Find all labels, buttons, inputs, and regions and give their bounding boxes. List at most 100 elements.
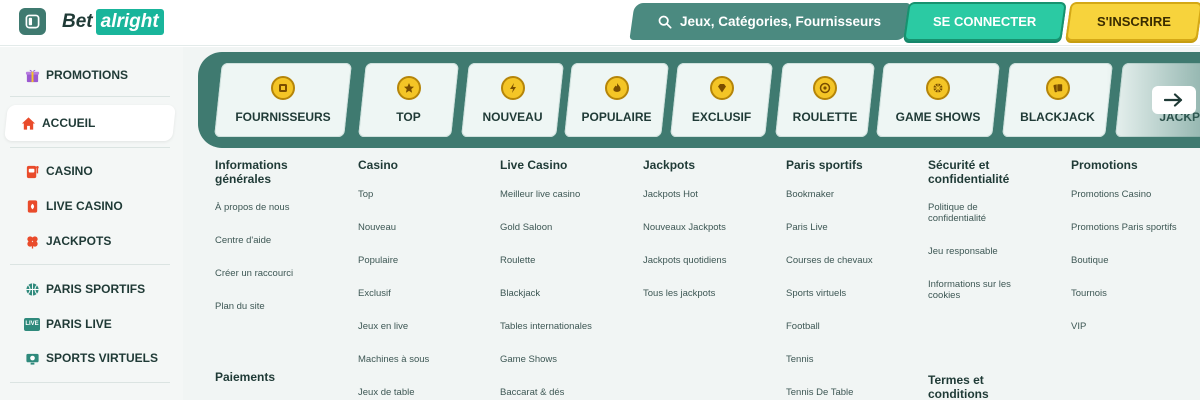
- sidebar-item-label: SPORTS VIRTUELS: [46, 351, 159, 365]
- footer-link[interactable]: Paris Live: [786, 222, 911, 233]
- login-button-label: SE CONNECTER: [933, 14, 1037, 29]
- logo-text-bet: Bet: [62, 11, 93, 32]
- footer-link[interactable]: Game Shows: [500, 354, 625, 365]
- footer-link[interactable]: Promotions Paris sportifs: [1071, 222, 1196, 233]
- footer-link[interactable]: Jeux de table: [358, 387, 483, 398]
- footer-link[interactable]: Blackjack: [500, 288, 625, 299]
- footer-subsection-title: Paiements: [215, 370, 276, 384]
- sidebar-item-label: ACCUEIL: [42, 116, 96, 130]
- category-label: FOURNISSEURS: [235, 110, 331, 124]
- footer-link[interactable]: Informations sur les cookies: [928, 279, 1028, 301]
- search-bar[interactable]: Jeux, Catégories, Fournisseurs: [629, 3, 911, 40]
- sidebar-divider: [10, 96, 170, 97]
- footer-link[interactable]: Tennis De Table: [786, 387, 911, 398]
- footer-link[interactable]: Tous les jackpots: [643, 288, 768, 299]
- footer-link[interactable]: Exclusif: [358, 288, 483, 299]
- category-tile-exclusif[interactable]: EXCLUSIF: [670, 63, 773, 137]
- sidebar-divider: [10, 264, 170, 265]
- login-button[interactable]: SE CONNECTER: [903, 2, 1067, 41]
- footer-link[interactable]: Courses de chevaux: [786, 255, 911, 266]
- sidebar-item-label: CASINO: [46, 164, 93, 178]
- footer-link[interactable]: Créer un raccourci: [215, 268, 340, 279]
- footer-column-paris-sportifs: Paris sportifs Bookmaker Paris Live Cour…: [786, 158, 916, 398]
- sidebar-item-casino[interactable]: CASINO: [10, 155, 170, 187]
- footer-link[interactable]: Nouveaux Jackpots: [643, 222, 768, 233]
- clover-icon: [24, 233, 40, 249]
- category-label: BLACKJACK: [1020, 110, 1095, 124]
- footer-link[interactable]: Jackpots quotidiens: [643, 255, 768, 266]
- sidebar-toggle-button[interactable]: [19, 8, 46, 35]
- sidebar-panel-icon: [25, 14, 40, 29]
- footer-link[interactable]: Bookmaker: [786, 189, 911, 200]
- signup-button-label: S'INSCRIRE: [1097, 14, 1171, 29]
- footer-column-jackpots: Jackpots Jackpots Hot Nouveaux Jackpots …: [643, 158, 773, 299]
- carousel-next-button[interactable]: [1152, 86, 1196, 114]
- footer-link[interactable]: Tennis: [786, 354, 911, 365]
- category-tile-game-shows[interactable]: GAME SHOWS: [876, 63, 1000, 137]
- footer-link[interactable]: VIP: [1071, 321, 1196, 332]
- sidebar-item-accueil[interactable]: ACCUEIL: [4, 105, 176, 141]
- footer-link[interactable]: Plan du site: [215, 301, 340, 312]
- footer-column-securite: Sécurité et confidentialité Politique de…: [928, 158, 1058, 400]
- footer-link[interactable]: Jeux en live: [358, 321, 483, 332]
- footer-link[interactable]: Sports virtuels: [786, 288, 911, 299]
- footer-link[interactable]: Tables internationales: [500, 321, 625, 332]
- sidebar-item-label: PARIS SPORTIFS: [46, 282, 146, 296]
- footer-link[interactable]: Centre d'aide: [215, 235, 340, 246]
- footer-column-title: Paris sportifs: [786, 158, 863, 172]
- roulette-icon: [813, 76, 837, 100]
- footer-link[interactable]: Populaire: [358, 255, 483, 266]
- diamond-icon: [709, 76, 734, 100]
- footer-column-title: Promotions: [1071, 158, 1138, 172]
- virtual-sports-icon: [24, 350, 40, 366]
- sidebar-item-promotions[interactable]: PROMOTIONS: [10, 59, 170, 91]
- footer-link[interactable]: Boutique: [1071, 255, 1196, 266]
- footer-link[interactable]: À propos de nous: [215, 202, 340, 213]
- category-tile-roulette[interactable]: ROULETTE: [775, 63, 875, 137]
- footer-link[interactable]: Nouveau: [358, 222, 483, 233]
- footer-link[interactable]: Football: [786, 321, 911, 332]
- footer-link[interactable]: Machines à sous: [358, 354, 483, 365]
- basketball-icon: [24, 281, 40, 297]
- sidebar-item-sports-virtuels[interactable]: SPORTS VIRTUELS: [10, 342, 170, 374]
- footer-link[interactable]: Jeu responsable: [928, 246, 1053, 257]
- category-tile-nouveau[interactable]: NOUVEAU: [461, 63, 564, 137]
- search-placeholder: Jeux, Catégories, Fournisseurs: [680, 14, 882, 29]
- category-tile-top[interactable]: TOP: [358, 63, 459, 137]
- sidebar-item-label: PROMOTIONS: [46, 68, 129, 82]
- site-logo[interactable]: Bet alright: [62, 9, 164, 35]
- category-label: EXCLUSIF: [691, 110, 752, 124]
- footer-link[interactable]: Politique de confidentialité: [928, 202, 1028, 224]
- category-tile-populaire[interactable]: POPULAIRE: [564, 63, 669, 137]
- footer-link[interactable]: Baccarat & dés: [500, 387, 625, 398]
- top-header: Bet alright Jeux, Catégories, Fournisseu…: [0, 0, 1200, 46]
- category-tile-fournisseurs[interactable]: FOURNISSEURS: [214, 63, 352, 137]
- footer-link[interactable]: Top: [358, 189, 483, 200]
- sidebar-item-paris-sportifs[interactable]: PARIS SPORTIFS: [10, 273, 170, 305]
- footer-link[interactable]: Tournois: [1071, 288, 1196, 299]
- footer-link[interactable]: Gold Saloon: [500, 222, 625, 233]
- cards-icon: [1045, 76, 1070, 100]
- home-icon: [20, 115, 36, 131]
- footer-link[interactable]: Jackpots Hot: [643, 189, 768, 200]
- sidebar-item-paris-live[interactable]: LIVE PARIS LIVE: [10, 308, 170, 340]
- category-label: GAME SHOWS: [895, 110, 981, 124]
- category-label: ROULETTE: [792, 110, 858, 124]
- footer-column-casino: Casino Top Nouveau Populaire Exclusif Je…: [358, 158, 488, 398]
- footer-link[interactable]: Meilleur live casino: [500, 189, 625, 200]
- footer-link[interactable]: Promotions Casino: [1071, 189, 1196, 200]
- footer-column-promotions: Promotions Promotions Casino Promotions …: [1071, 158, 1200, 332]
- live-badge-text: LIVE: [24, 317, 40, 331]
- footer-column-informations: Informations générales À propos de nous …: [215, 158, 345, 384]
- slot-machine-icon: [24, 163, 40, 179]
- category-tile-blackjack[interactable]: BLACKJACK: [1002, 63, 1113, 137]
- footer-column-title: Casino: [358, 158, 399, 172]
- footer-column-title: Sécurité et confidentialité: [928, 158, 1010, 186]
- bolt-icon: [500, 76, 525, 100]
- signup-button[interactable]: S'INSCRIRE: [1065, 2, 1200, 41]
- sidebar-item-live-casino[interactable]: LIVE CASINO: [10, 190, 170, 222]
- sidebar-item-jackpots[interactable]: JACKPOTS: [10, 225, 170, 257]
- footer-link[interactable]: Roulette: [500, 255, 625, 266]
- footer-column-title: Informations générales: [215, 158, 288, 186]
- footer-subsection-title: Termes et conditions: [928, 373, 989, 400]
